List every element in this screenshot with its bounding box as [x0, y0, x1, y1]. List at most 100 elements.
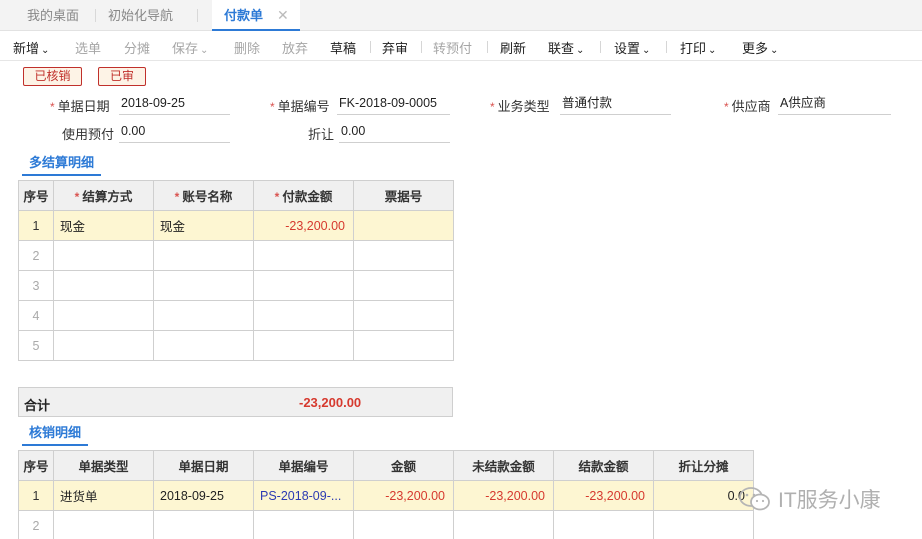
use-prepay-label: 使用预付: [62, 127, 115, 142]
col-header-bill-no: 票据号: [353, 180, 454, 211]
new-button[interactable]: 新增 ⌄: [13, 38, 49, 57]
verify-table: 序号 单据类型 单据日期 单据编号 金额 未结款金额 结款金额 折让分摊 1 进…: [18, 450, 754, 539]
tab-my-desktop[interactable]: 我的桌面: [27, 0, 79, 31]
account-name-cell[interactable]: [153, 240, 254, 271]
settle-method-cell[interactable]: 现金: [53, 210, 154, 241]
bill-no-cell[interactable]: [353, 330, 454, 361]
discount-field[interactable]: 0.00: [339, 122, 450, 143]
close-icon[interactable]: ✕: [277, 0, 289, 31]
doc-date-label: * 单据日期: [50, 99, 110, 114]
chevron-down-icon: ⌄: [642, 45, 651, 56]
row-index: 4: [18, 300, 54, 331]
toolbar-separator: [421, 41, 422, 53]
use-prepay-field[interactable]: 0.00: [119, 122, 230, 143]
table-row[interactable]: 2: [18, 240, 454, 271]
supplier-field[interactable]: A供应商: [778, 94, 891, 115]
table-row[interactable]: 3: [18, 270, 454, 301]
delete-button[interactable]: 删除: [234, 38, 260, 57]
amount-cell: [353, 510, 454, 539]
tab-separator: [95, 9, 96, 22]
bill-no-cell[interactable]: [353, 210, 454, 241]
biz-type-field[interactable]: 普通付款: [560, 94, 671, 115]
print-button[interactable]: 打印 ⌄: [680, 38, 716, 57]
split-button[interactable]: 分摊: [124, 38, 150, 57]
tab-payment-slip[interactable]: 付款单 ✕: [212, 0, 300, 31]
supplier-label: * 供应商: [724, 99, 771, 114]
linked-query-button[interactable]: 联查 ⌄: [548, 38, 584, 57]
total-label: 合计: [24, 398, 51, 413]
col-header-unsettled-amount: 未结款金额: [453, 450, 554, 481]
pay-amount-cell[interactable]: [253, 240, 354, 271]
table-row[interactable]: 2: [18, 510, 754, 539]
settlement-section-title[interactable]: 多结算明细: [22, 152, 102, 176]
toolbar: 新增 ⌄ 选单 分摊 保存 ⌄ 删除 放弃 草稿 弃审 转预付 刷新 联查 ⌄ 设置 ⌄…: [0, 31, 922, 61]
amount-cell: -23,200.00: [353, 480, 454, 511]
watermark: IT服务小康: [738, 484, 881, 514]
discount-alloc-cell[interactable]: [653, 510, 754, 539]
more-button[interactable]: 更多 ⌄: [742, 38, 778, 57]
doc-no-field[interactable]: FK-2018-09-0005: [337, 94, 450, 115]
settle-method-cell[interactable]: [53, 270, 154, 301]
settings-button[interactable]: 设置 ⌄: [614, 38, 650, 57]
col-header-pay-amount: * 付款金额: [253, 180, 354, 211]
unaudit-button[interactable]: 弃审: [382, 38, 408, 57]
settlement-table: 序号 * 结算方式 * 账号名称 * 付款金额 票据号 1 现金 现金 -23,200…: [18, 180, 454, 361]
doc-date-cell: [153, 510, 254, 539]
col-header-amount: 金额: [353, 450, 454, 481]
tab-bar: 我的桌面 初始化导航 付款单 ✕: [0, 0, 922, 31]
verify-section-title[interactable]: 核销明细: [22, 422, 89, 446]
toolbar-separator: [600, 41, 601, 53]
total-value: -23,200.00: [299, 395, 362, 410]
settled-amount-cell[interactable]: [553, 510, 654, 539]
row-index: 3: [18, 270, 54, 301]
chevron-down-icon: ⌄: [770, 45, 779, 56]
settle-method-cell[interactable]: [53, 330, 154, 361]
col-header-settle-method: * 结算方式: [53, 180, 154, 211]
refresh-button[interactable]: 刷新: [500, 38, 526, 57]
pay-amount-cell[interactable]: [253, 330, 354, 361]
draft-button[interactable]: 草稿: [330, 38, 356, 57]
table-row[interactable]: 1 进货单 2018-09-25 PS-2018-09-... -23,200.…: [18, 480, 754, 511]
to-prepay-button[interactable]: 转预付: [433, 38, 472, 57]
account-name-cell[interactable]: [153, 330, 254, 361]
bill-no-cell[interactable]: [353, 240, 454, 271]
tab-payment-slip-label: 付款单: [224, 8, 264, 23]
toolbar-separator: [487, 41, 488, 53]
account-name-cell[interactable]: 现金: [153, 210, 254, 241]
table-row[interactable]: 1 现金 现金 -23,200.00: [18, 210, 454, 241]
settled-amount-cell[interactable]: -23,200.00: [553, 480, 654, 511]
pay-amount-cell[interactable]: [253, 300, 354, 331]
doc-no-link[interactable]: PS-2018-09-...: [253, 480, 354, 511]
doc-date-cell: 2018-09-25: [153, 480, 254, 511]
biz-type-label: * 业务类型: [490, 99, 550, 114]
pay-amount-cell[interactable]: -23,200.00: [253, 210, 354, 241]
settle-method-cell[interactable]: [53, 240, 154, 271]
unsettled-amount-cell: [453, 510, 554, 539]
save-button[interactable]: 保存 ⌄: [172, 38, 208, 57]
settlement-total-row: 合计 -23,200.00: [18, 387, 453, 417]
col-header-settled-amount: 结款金额: [553, 450, 654, 481]
tab-init-nav[interactable]: 初始化导航: [108, 0, 173, 31]
settle-method-cell[interactable]: [53, 300, 154, 331]
col-header-discount-alloc: 折让分摊: [653, 450, 754, 481]
row-index: 1: [18, 210, 54, 241]
account-name-cell[interactable]: [153, 300, 254, 331]
account-name-cell[interactable]: [153, 270, 254, 301]
table-row[interactable]: 5: [18, 330, 454, 361]
select-button[interactable]: 选单: [75, 38, 101, 57]
doc-no-link[interactable]: [253, 510, 354, 539]
unsettled-amount-cell: -23,200.00: [453, 480, 554, 511]
col-header-doc-type: 单据类型: [53, 450, 154, 481]
bill-no-cell[interactable]: [353, 300, 454, 331]
table-row[interactable]: 4: [18, 300, 454, 331]
tab-separator: [197, 9, 198, 22]
col-header-index: 序号: [18, 180, 54, 211]
pay-amount-cell[interactable]: [253, 270, 354, 301]
audited-stamp: 已审: [98, 67, 146, 86]
doc-type-cell: [53, 510, 154, 539]
discard-button[interactable]: 放弃: [282, 38, 308, 57]
doc-date-field[interactable]: 2018-09-25: [119, 94, 230, 115]
chevron-down-icon: ⌄: [576, 45, 585, 56]
row-index: 1: [18, 480, 54, 511]
bill-no-cell[interactable]: [353, 270, 454, 301]
